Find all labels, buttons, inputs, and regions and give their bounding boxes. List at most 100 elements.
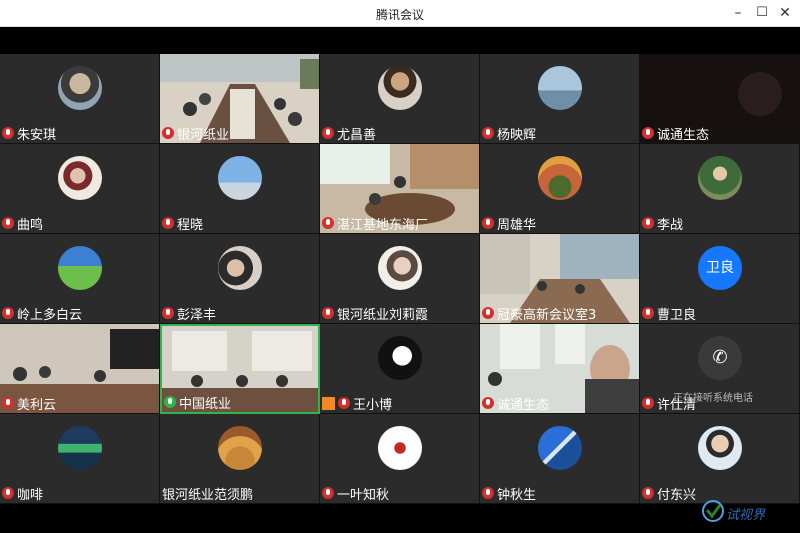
avatar <box>378 426 422 470</box>
participant-name-bar: 尤昌善 <box>320 123 380 143</box>
participant-tile[interactable]: 曲鸣 <box>0 144 160 234</box>
participant-name-bar: 王小博 <box>320 393 396 413</box>
mic-muted-icon <box>642 487 654 499</box>
mic-muted-icon <box>642 397 654 409</box>
close-button[interactable]: ✕ <box>774 3 796 23</box>
mic-muted-icon <box>322 307 334 319</box>
participant-tile[interactable]: 李战 <box>640 144 800 234</box>
participant-tile[interactable]: 银河纸业范须鹏 <box>160 414 320 504</box>
participant-name: 银河纸业范须鹏 <box>162 487 254 503</box>
minimize-button[interactable]: – <box>727 3 749 23</box>
top-band <box>0 27 800 54</box>
participant-name-bar: 银河纸业范须鹏 <box>160 483 257 503</box>
participant-name: 诚通生态 <box>497 397 550 413</box>
participant-name-bar: 银河纸业刘莉霞 <box>320 303 432 323</box>
avatar <box>218 426 262 470</box>
window-titlebar: 腾讯会议 – ☐ ✕ <box>0 0 800 27</box>
avatar-initials: 卫良 <box>698 246 742 290</box>
mic-muted-icon <box>162 307 174 319</box>
participant-tile[interactable]: 美利云 <box>0 324 160 414</box>
participant-tile[interactable]: 王小博 <box>320 324 480 414</box>
participant-name-bar: 诚通生态 <box>640 123 713 143</box>
participant-name-bar: 中国纸业 <box>162 392 235 412</box>
participant-tile[interactable]: 周雄华 <box>480 144 640 234</box>
participant-name-bar: 彭泽丰 <box>160 303 220 323</box>
avatar <box>538 156 582 200</box>
avatar <box>58 156 102 200</box>
maximize-button[interactable]: ☐ <box>751 3 773 23</box>
participant-name: 王小博 <box>353 397 393 413</box>
participant-name: 银河纸业 <box>177 127 230 143</box>
participant-name-bar: 湛江基地东海厂 <box>320 213 432 233</box>
participant-tile[interactable]: 银河纸业 <box>160 54 320 144</box>
participant-name: 银河纸业刘莉霞 <box>337 307 429 323</box>
participant-tile[interactable]: 湛江基地东海厂 <box>320 144 480 234</box>
participant-tile[interactable]: 彭泽丰 <box>160 234 320 324</box>
mic-muted-icon <box>322 487 334 499</box>
participant-tile[interactable]: 银河纸业刘莉霞 <box>320 234 480 324</box>
participant-name: 钟秋生 <box>497 487 537 503</box>
participant-name-bar: 程晓 <box>160 213 207 233</box>
avatar <box>378 66 422 110</box>
participant-tile[interactable]: 付东兴 <box>640 414 800 504</box>
participant-name: 彭泽丰 <box>177 307 217 323</box>
participant-tile[interactable]: ✆ 正在接听系统电话 许仕清 <box>640 324 800 414</box>
mic-muted-icon <box>2 217 14 229</box>
participant-tile[interactable]: 卫良 曹卫良 <box>640 234 800 324</box>
participant-tile[interactable]: 尤昌善 <box>320 54 480 144</box>
mic-muted-icon <box>162 217 174 229</box>
participant-name: 朱安琪 <box>17 127 57 143</box>
participant-name: 岭上多白云 <box>17 307 83 323</box>
mic-muted-icon <box>2 487 14 499</box>
participant-grid: 朱安琪 银河纸业 尤昌善 杨映辉 诚通生态 曲鸣 程晓 湛江基地东海厂 周雄华 … <box>0 54 800 504</box>
avatar <box>218 246 262 290</box>
participant-name-bar: 朱安琪 <box>0 123 60 143</box>
screen-share-icon <box>322 396 335 410</box>
participant-name-bar: 咖啡 <box>0 483 47 503</box>
participant-name-bar: 冠豪高新会议室3 <box>480 303 600 323</box>
mic-muted-icon <box>322 127 334 139</box>
avatar <box>58 66 102 110</box>
participant-tile[interactable]: 诚通生态 <box>640 54 800 144</box>
participant-tile[interactable]: 杨映辉 <box>480 54 640 144</box>
participant-name: 周雄华 <box>497 217 537 233</box>
participant-name: 美利云 <box>17 397 57 413</box>
avatar <box>58 246 102 290</box>
participant-name-bar: 周雄华 <box>480 213 540 233</box>
avatar <box>538 66 582 110</box>
mic-muted-icon <box>2 307 14 319</box>
mic-on-icon <box>164 396 176 408</box>
participant-tile[interactable]: 朱安琪 <box>0 54 160 144</box>
mic-muted-icon <box>322 217 334 229</box>
watermark-text: 试视界 <box>726 508 766 523</box>
participant-name: 中国纸业 <box>179 396 232 412</box>
participant-tile[interactable]: 咖啡 <box>0 414 160 504</box>
participant-name-bar: 付东兴 <box>640 483 700 503</box>
participant-name: 冠豪高新会议室3 <box>497 307 597 323</box>
participant-name: 杨映辉 <box>497 127 537 143</box>
avatar <box>218 156 262 200</box>
mic-muted-icon <box>642 307 654 319</box>
participant-name-bar: 岭上多白云 <box>0 303 86 323</box>
mic-muted-icon <box>2 127 14 139</box>
avatar <box>538 426 582 470</box>
participant-tile[interactable]: 中国纸业 <box>160 324 320 414</box>
participant-tile[interactable]: 诚通生态 <box>480 324 640 414</box>
participant-tile[interactable]: 岭上多白云 <box>0 234 160 324</box>
participant-tile[interactable]: 程晓 <box>160 144 320 234</box>
participant-tile[interactable]: 钟秋生 <box>480 414 640 504</box>
participant-name-bar: 曹卫良 <box>640 303 700 323</box>
avatar <box>698 156 742 200</box>
participant-name-bar: 银河纸业 <box>160 123 233 143</box>
phone-avatar: ✆ <box>698 336 742 380</box>
participant-name-bar: 李战 <box>640 213 687 233</box>
mic-muted-icon <box>482 397 494 409</box>
participant-name: 李战 <box>657 217 684 233</box>
avatar <box>698 426 742 470</box>
participant-name: 曹卫良 <box>657 307 697 323</box>
participant-tile[interactable]: 冠豪高新会议室3 <box>480 234 640 324</box>
participant-tile[interactable]: 一叶知秋 <box>320 414 480 504</box>
mic-muted-icon <box>2 397 14 409</box>
mic-muted-icon <box>482 127 494 139</box>
bottom-band <box>0 504 800 533</box>
